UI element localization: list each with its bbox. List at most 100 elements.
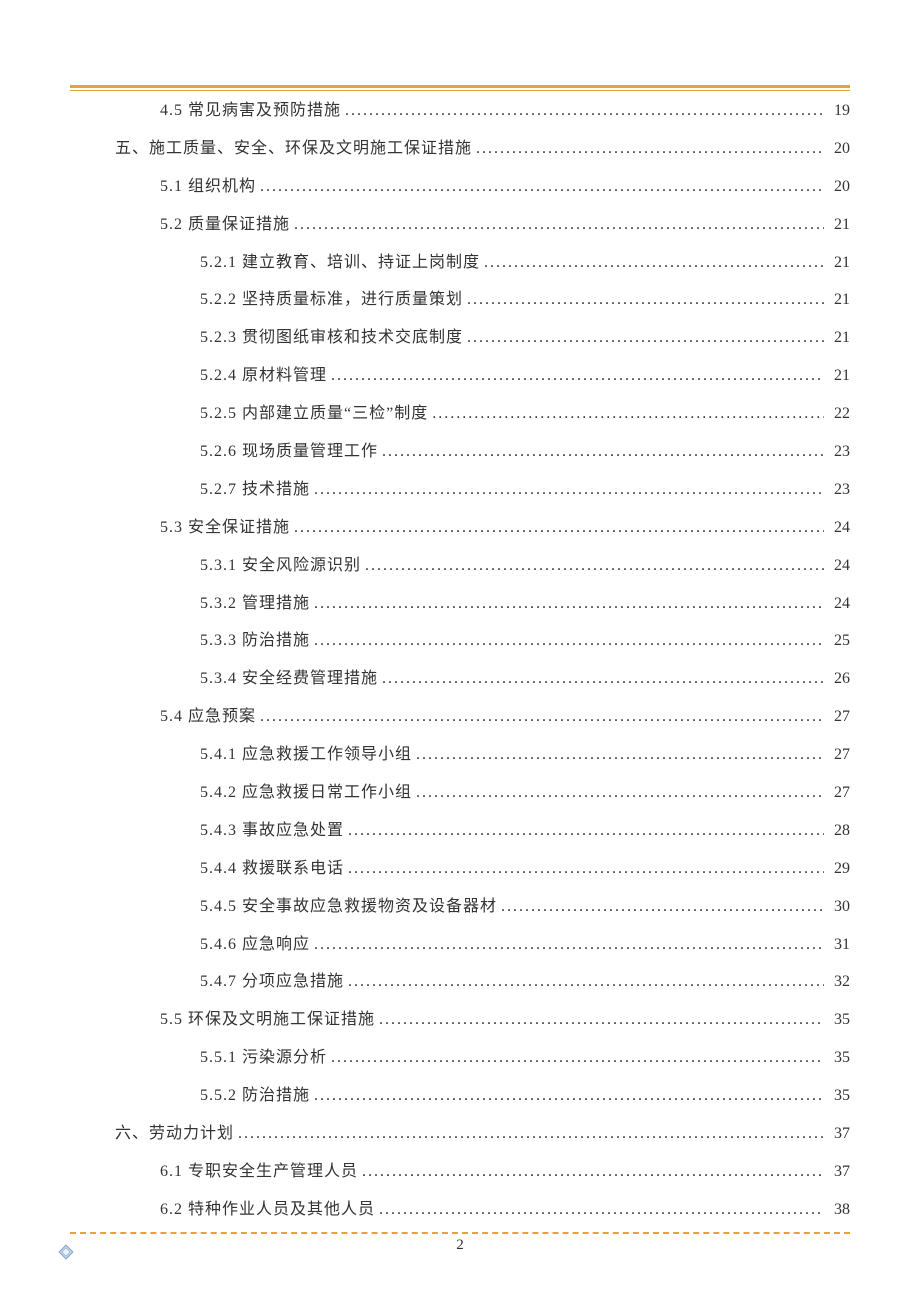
page-number: 2 xyxy=(0,1237,920,1254)
toc-entry: 5.3.4 安全经费管理措施 26 xyxy=(70,668,850,690)
toc-entry-label: 5.3.3 防治措施 xyxy=(200,630,310,652)
toc-entry: 5.3 安全保证措施 24 xyxy=(70,517,850,539)
toc-entry-page: 23 xyxy=(828,441,850,463)
toc-entry-page: 23 xyxy=(828,479,850,501)
toc-entry: 5.2.3 贯彻图纸审核和技术交底制度21 xyxy=(70,327,850,349)
toc-leader-dots xyxy=(294,517,824,539)
toc-entry: 5.2.2 坚持质量标准，进行质量策划 21 xyxy=(70,289,850,311)
toc-entry: 5.5.2 防治措施 35 xyxy=(70,1085,850,1107)
toc-entry: 5.5.1 污染源分析35 xyxy=(70,1047,850,1069)
toc-leader-dots xyxy=(379,1009,824,1031)
toc-entry: 5.4.5 安全事故应急救援物资及设备器材30 xyxy=(70,896,850,918)
toc-entry: 5.2.1 建立教育、培训、持证上岗制度21 xyxy=(70,252,850,274)
toc-entry-page: 30 xyxy=(828,896,850,918)
toc-entry-page: 25 xyxy=(828,630,850,652)
toc-entry: 5.2.7 技术措施 23 xyxy=(70,479,850,501)
toc-leader-dots xyxy=(476,138,824,160)
toc-leader-dots xyxy=(314,934,824,956)
toc-entry-page: 35 xyxy=(828,1009,850,1031)
toc-entry: 5.4.1 应急救援工作领导小组27 xyxy=(70,744,850,766)
toc-leader-dots xyxy=(365,555,824,577)
toc-entry-label: 5.4 应急预案 xyxy=(160,706,256,728)
toc-entry-label: 5.3.2 管理措施 xyxy=(200,593,310,615)
toc-entry-page: 27 xyxy=(828,706,850,728)
toc-entry: 6.1 专职安全生产管理人员37 xyxy=(70,1161,850,1183)
toc-entry: 5.1 组织机构20 xyxy=(70,176,850,198)
toc-entry-page: 22 xyxy=(828,403,850,425)
toc-entry-page: 21 xyxy=(828,289,850,311)
toc-entry-label: 5.2.2 坚持质量标准，进行质量策划 xyxy=(200,289,463,311)
toc-leader-dots xyxy=(260,176,824,198)
toc-entry-page: 31 xyxy=(828,934,850,956)
toc-leader-dots xyxy=(314,593,824,615)
toc-entry: 5.4.7 分项应急措施 32 xyxy=(70,971,850,993)
toc-entry-page: 35 xyxy=(828,1085,850,1107)
toc-entry: 六、劳动力计划37 xyxy=(70,1123,850,1145)
toc-leader-dots xyxy=(314,630,824,652)
bottom-rule xyxy=(70,1232,850,1234)
toc-entry: 5.2.5 内部建立质量“三检”制度 22 xyxy=(70,403,850,425)
toc-entry-label: 5.3.1 安全风险源识别 xyxy=(200,555,361,577)
toc-entry-label: 5.4.7 分项应急措施 xyxy=(200,971,344,993)
toc-entry-page: 21 xyxy=(828,252,850,274)
toc-leader-dots xyxy=(348,820,824,842)
toc-entry-page: 24 xyxy=(828,593,850,615)
toc-entry: 5.3.3 防治措施 25 xyxy=(70,630,850,652)
toc-leader-dots xyxy=(314,479,824,501)
toc-leader-dots xyxy=(348,858,824,880)
toc-leader-dots xyxy=(416,744,824,766)
toc-content: 4.5 常见病害及预防措施19五、施工质量、安全、环保及文明施工保证措施205.… xyxy=(70,100,850,1222)
toc-entry-page: 20 xyxy=(828,138,850,160)
toc-entry: 5.2.4 原材料管理21 xyxy=(70,365,850,387)
toc-entry-page: 24 xyxy=(828,517,850,539)
toc-leader-dots xyxy=(484,252,824,274)
toc-entry-label: 5.2.6 现场质量管理工作 xyxy=(200,441,378,463)
toc-entry-label: 5.3.4 安全经费管理措施 xyxy=(200,668,378,690)
toc-leader-dots xyxy=(467,289,824,311)
toc-entry: 5.3.2 管理措施 24 xyxy=(70,593,850,615)
toc-entry: 5.5 环保及文明施工保证措施 35 xyxy=(70,1009,850,1031)
toc-entry-page: 26 xyxy=(828,668,850,690)
toc-entry: 5.4.2 应急救援日常工作小组 27 xyxy=(70,782,850,804)
toc-entry-label: 5.5.2 防治措施 xyxy=(200,1085,310,1107)
toc-leader-dots xyxy=(260,706,824,728)
toc-entry: 5.4 应急预案 27 xyxy=(70,706,850,728)
toc-entry-label: 5.4.2 应急救援日常工作小组 xyxy=(200,782,412,804)
toc-leader-dots xyxy=(362,1161,824,1183)
toc-entry: 五、施工质量、安全、环保及文明施工保证措施 20 xyxy=(70,138,850,160)
toc-leader-dots xyxy=(501,896,824,918)
toc-entry-page: 27 xyxy=(828,782,850,804)
toc-entry-page: 24 xyxy=(828,555,850,577)
toc-entry-label: 5.2.5 内部建立质量“三检”制度 xyxy=(200,403,428,425)
top-rule xyxy=(70,85,850,91)
toc-entry-label: 5.5 环保及文明施工保证措施 xyxy=(160,1009,375,1031)
toc-leader-dots xyxy=(345,100,824,122)
toc-entry-page: 21 xyxy=(828,327,850,349)
toc-entry-label: 5.1 组织机构 xyxy=(160,176,256,198)
toc-leader-dots xyxy=(416,782,824,804)
toc-entry-page: 29 xyxy=(828,858,850,880)
toc-entry: 5.4.3 事故应急处置28 xyxy=(70,820,850,842)
toc-entry-page: 35 xyxy=(828,1047,850,1069)
toc-entry-page: 32 xyxy=(828,971,850,993)
toc-entry: 6.2 特种作业人员及其他人员38 xyxy=(70,1199,850,1221)
toc-leader-dots xyxy=(331,1047,824,1069)
toc-leader-dots xyxy=(382,668,824,690)
toc-entry: 5.2 质量保证措施21 xyxy=(70,214,850,236)
toc-entry: 5.3.1 安全风险源识别 24 xyxy=(70,555,850,577)
toc-entry-label: 5.3 安全保证措施 xyxy=(160,517,290,539)
toc-entry-label: 5.4.4 救援联系电话 xyxy=(200,858,344,880)
toc-entry-page: 21 xyxy=(828,365,850,387)
toc-entry-label: 六、劳动力计划 xyxy=(115,1123,234,1145)
toc-entry-page: 37 xyxy=(828,1161,850,1183)
toc-entry-label: 6.2 特种作业人员及其他人员 xyxy=(160,1199,375,1221)
toc-entry-page: 19 xyxy=(828,100,850,122)
toc-entry-label: 五、施工质量、安全、环保及文明施工保证措施 xyxy=(115,138,472,160)
toc-entry-page: 21 xyxy=(828,214,850,236)
toc-leader-dots xyxy=(238,1123,824,1145)
toc-leader-dots xyxy=(331,365,824,387)
toc-entry-label: 5.4.1 应急救援工作领导小组 xyxy=(200,744,412,766)
toc-entry-page: 28 xyxy=(828,820,850,842)
toc-entry-label: 5.2.7 技术措施 xyxy=(200,479,310,501)
toc-entry: 5.4.4 救援联系电话 29 xyxy=(70,858,850,880)
